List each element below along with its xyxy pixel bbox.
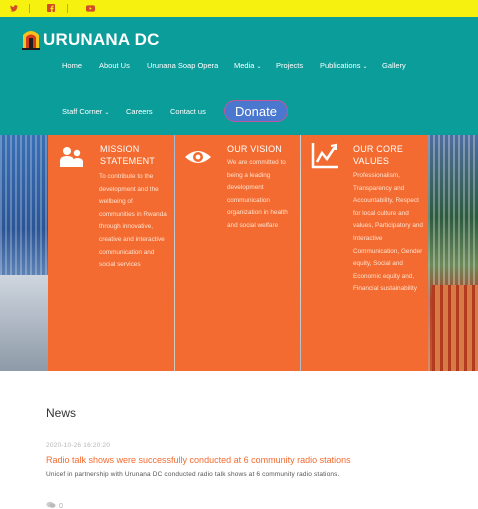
nav-about[interactable]: About Us bbox=[99, 61, 130, 70]
nav-media[interactable]: Media ⌄ bbox=[234, 61, 261, 70]
hero-photo-left bbox=[0, 135, 48, 371]
vision-panel: OUR VISION We are committed to being a l… bbox=[175, 135, 300, 371]
site-header: URUNANA DC Home About Us Urunana Soap Op… bbox=[0, 17, 478, 135]
divider bbox=[29, 4, 30, 13]
social-bar bbox=[0, 0, 478, 17]
chevron-down-icon: ⌄ bbox=[104, 110, 110, 116]
people-icon bbox=[58, 143, 86, 171]
logo-emblem-icon bbox=[21, 29, 41, 51]
news-headline-link[interactable]: Radio talk shows were successfully condu… bbox=[46, 455, 351, 465]
nav-gallery[interactable]: Gallery bbox=[382, 61, 406, 70]
chevron-down-icon: ⌄ bbox=[256, 64, 262, 70]
nav-careers[interactable]: Careers bbox=[126, 107, 153, 116]
nav-staff-corner[interactable]: Staff Corner ⌄ bbox=[62, 107, 109, 116]
mission-panel: MISSION STATEMENT To contribute to the d… bbox=[48, 135, 174, 371]
divider bbox=[67, 4, 68, 13]
values-panel: OUR CORE VALUES Professionalism, Transpa… bbox=[301, 135, 428, 371]
nav-publications-label: Publications bbox=[320, 61, 361, 70]
values-text: Professionalism, Transparency and Accoun… bbox=[353, 172, 423, 293]
nav-publications[interactable]: Publications ⌄ bbox=[320, 61, 367, 70]
brand-name: URUNANA DC bbox=[43, 30, 160, 49]
nav-media-label: Media bbox=[234, 61, 255, 70]
hero-photo-right bbox=[428, 135, 478, 371]
news-excerpt: Unicef in partnership with Urunana DC co… bbox=[46, 471, 340, 478]
youtube-icon[interactable] bbox=[85, 3, 95, 13]
hero-banner: MISSION STATEMENT To contribute to the d… bbox=[0, 135, 478, 371]
donate-button[interactable]: Donate bbox=[224, 100, 288, 122]
chevron-down-icon: ⌄ bbox=[362, 64, 368, 70]
comment-icon bbox=[46, 501, 56, 509]
comment-count[interactable]: 0 bbox=[46, 501, 63, 509]
news-date: 2020-10-26 16:20:20 bbox=[46, 442, 111, 449]
mission-title: MISSION STATEMENT bbox=[100, 144, 155, 166]
nav-contact[interactable]: Contact us bbox=[170, 107, 206, 116]
nav-home[interactable]: Home bbox=[62, 61, 82, 70]
nav-staff-label: Staff Corner bbox=[62, 107, 103, 116]
values-title: OUR CORE VALUES bbox=[353, 144, 404, 166]
site-logo[interactable]: URUNANA DC bbox=[21, 29, 160, 51]
vision-text: We are committed to being a leading deve… bbox=[227, 159, 288, 229]
comment-count-value: 0 bbox=[59, 502, 63, 509]
facebook-icon[interactable] bbox=[46, 3, 56, 13]
vision-title: OUR VISION bbox=[227, 144, 283, 154]
mission-text: To contribute to the development and the… bbox=[99, 173, 167, 269]
nav-projects[interactable]: Projects bbox=[276, 61, 303, 70]
twitter-icon[interactable] bbox=[9, 3, 19, 13]
eye-icon bbox=[183, 143, 211, 171]
chart-icon bbox=[311, 141, 339, 169]
news-heading: News bbox=[46, 406, 77, 420]
nav-soap-opera[interactable]: Urunana Soap Opera bbox=[147, 61, 218, 70]
